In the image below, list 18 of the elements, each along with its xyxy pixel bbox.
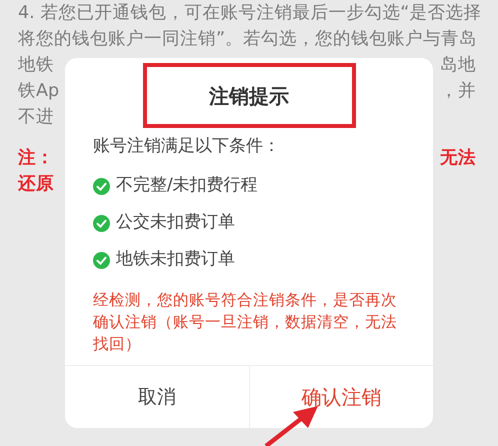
warning-text: 经检测，您的账号符合注销条件，是否再次确认注销（账号一旦注销，数据清空，无法找回） bbox=[93, 290, 398, 354]
body-text: 铁Ap bbox=[18, 80, 60, 103]
body-text: 4. 若您已开通钱包，可在账号注销最后一步勾选“是否选择 bbox=[18, 2, 482, 25]
intro-text: 账号注销满足以下条件： bbox=[93, 135, 281, 158]
note-text: 注： bbox=[18, 146, 54, 170]
condition-text: 公交未扣费订单 bbox=[116, 211, 235, 234]
note-text: 还原 bbox=[18, 173, 54, 196]
note-text: 无法 bbox=[440, 147, 476, 170]
body-text: 岛地 bbox=[440, 54, 476, 77]
body-text: 不进 bbox=[18, 106, 54, 129]
body-text: ，并 bbox=[440, 80, 476, 103]
body-text: 将您的钱包账户一同注销”。若勾选，您的钱包账户与青岛 bbox=[18, 28, 478, 51]
condition-text: 地铁未扣费订单 bbox=[116, 248, 235, 272]
condition-text: 不完整/未扣费行程 bbox=[116, 174, 258, 198]
cancel-button[interactable]: 取消 bbox=[65, 366, 248, 428]
dialog-title: 注销提示 bbox=[142, 63, 356, 128]
arrow bbox=[264, 406, 318, 446]
body-text: 地铁 bbox=[18, 54, 54, 77]
